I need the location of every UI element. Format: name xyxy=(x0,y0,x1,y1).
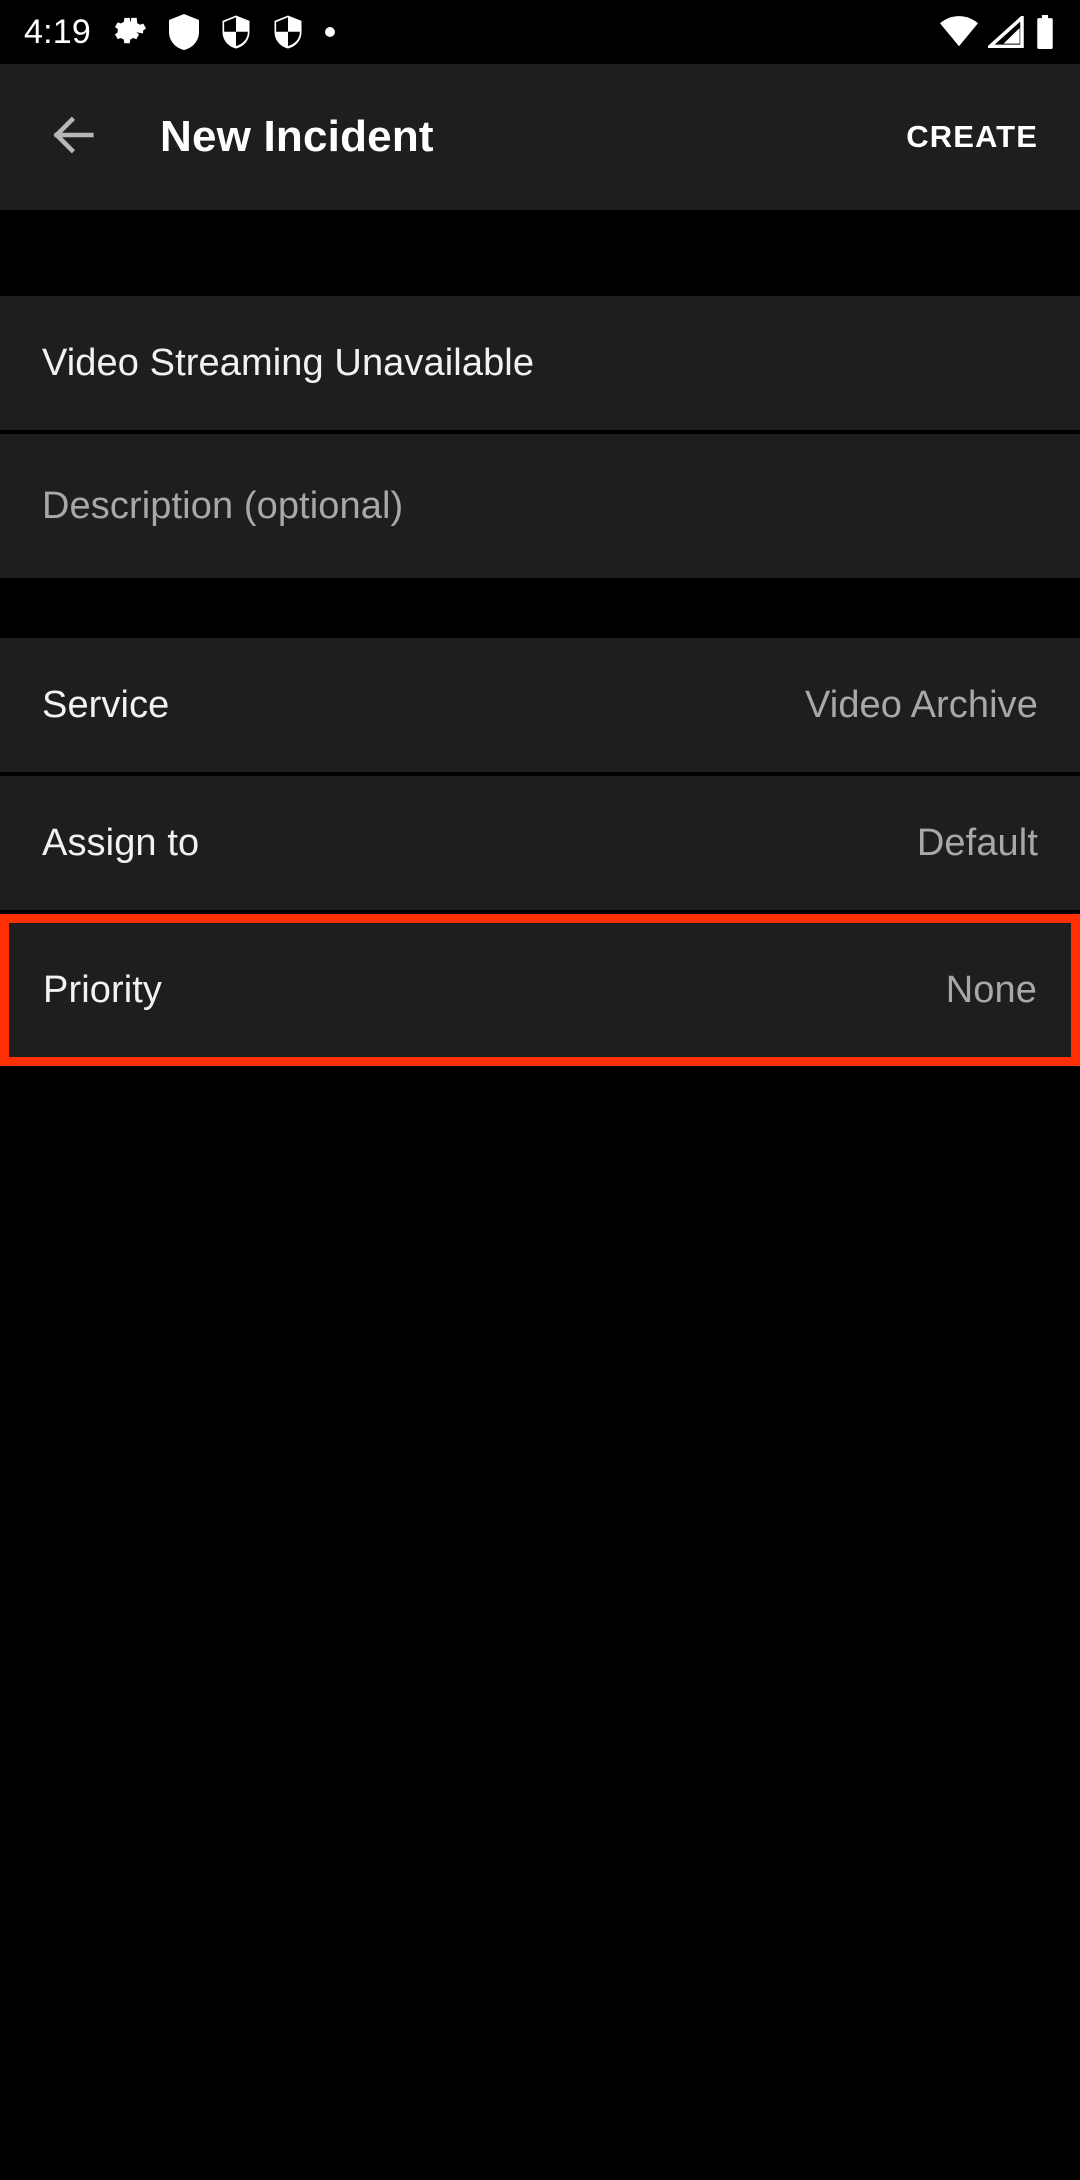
section-gap-middle xyxy=(0,578,1080,638)
service-label: Service xyxy=(42,683,170,726)
section-gap-top xyxy=(0,210,1080,296)
assign-to-value: Default xyxy=(916,821,1038,864)
service-row[interactable]: Service Video Archive xyxy=(0,638,1080,772)
page-background-filler xyxy=(0,1066,1080,2180)
back-button[interactable] xyxy=(44,107,104,167)
back-arrow-icon xyxy=(48,109,100,166)
incident-details-card: Video Streaming Unavailable Description … xyxy=(0,296,1080,578)
wifi-icon xyxy=(940,16,978,48)
dot-icon xyxy=(324,27,335,37)
status-bar: 4:19 xyxy=(0,0,1080,64)
battery-full-icon xyxy=(1034,15,1056,49)
priority-label: Priority xyxy=(43,968,163,1011)
incident-title-value: Video Streaming Unavailable xyxy=(42,341,535,384)
shield-quartered-icon xyxy=(221,14,251,50)
assign-to-label: Assign to xyxy=(42,821,200,864)
status-bar-right xyxy=(940,15,1056,49)
create-button[interactable]: CREATE xyxy=(900,109,1044,165)
status-bar-left: 4:19 xyxy=(24,14,335,50)
assign-to-row[interactable]: Assign to Default xyxy=(0,776,1080,910)
incident-title-field[interactable]: Video Streaming Unavailable xyxy=(0,296,1080,430)
status-clock: 4:19 xyxy=(24,13,91,51)
shield-filled-icon xyxy=(168,14,199,50)
gear-icon xyxy=(113,15,147,49)
incident-description-placeholder: Description (optional) xyxy=(42,484,404,527)
cellular-signal-icon xyxy=(988,16,1024,48)
service-value: Video Archive xyxy=(805,683,1038,726)
priority-value: None xyxy=(945,968,1037,1011)
shield-quartered-icon xyxy=(273,14,303,50)
page-title: New Incident xyxy=(160,112,434,161)
incident-options-card: Service Video Archive Assign to Default … xyxy=(0,638,1080,1066)
app-bar: New Incident CREATE xyxy=(0,64,1080,210)
priority-row[interactable]: Priority None xyxy=(0,914,1080,1066)
incident-description-field[interactable]: Description (optional) xyxy=(0,434,1080,578)
